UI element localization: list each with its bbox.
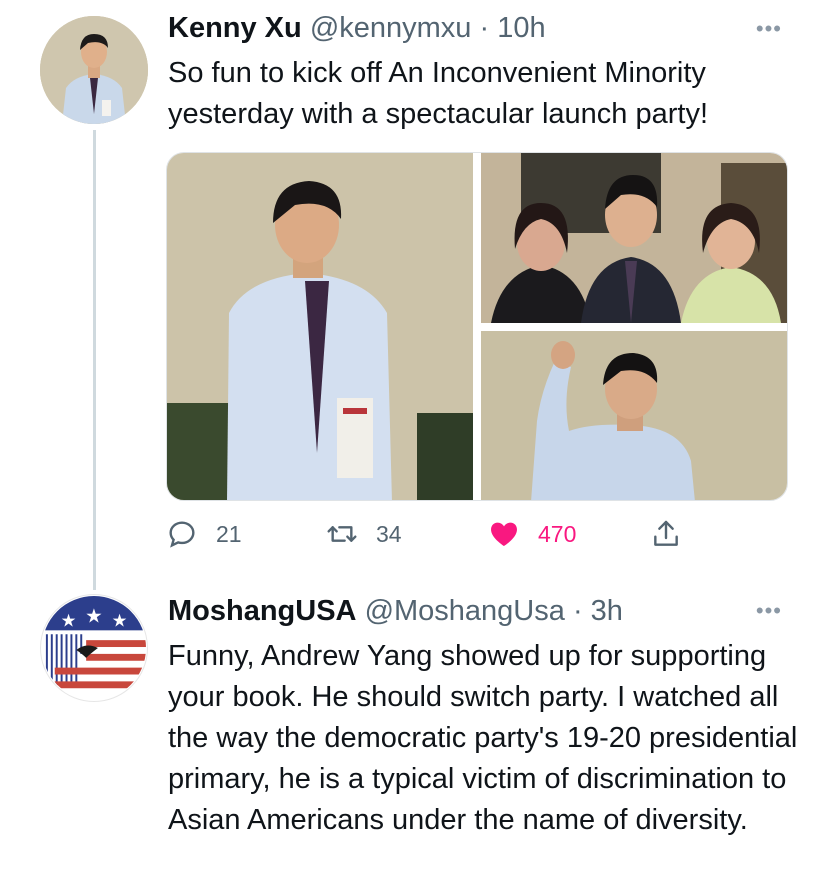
reply-count: 21 xyxy=(216,520,242,547)
timestamp[interactable]: · 3h xyxy=(573,595,623,627)
retweet-count: 34 xyxy=(376,520,402,547)
photo-man-holding-book[interactable] xyxy=(167,153,473,500)
share-icon xyxy=(654,520,678,546)
svg-text:★: ★ xyxy=(61,611,77,631)
reply-icon xyxy=(169,521,195,548)
display-name[interactable]: Kenny Xu xyxy=(168,12,302,44)
svg-text:★: ★ xyxy=(85,604,103,627)
display-name[interactable]: MoshangUSA xyxy=(168,595,357,627)
handle[interactable]: @kennymxu xyxy=(310,12,472,44)
tweet-media-grid xyxy=(166,152,788,501)
handle[interactable]: @MoshangUsa xyxy=(365,595,565,627)
timestamp[interactable]: · 10h xyxy=(480,12,546,44)
reply-button[interactable]: 21 xyxy=(166,518,242,550)
svg-text:★: ★ xyxy=(112,611,128,631)
tweet-header: Kenny Xu @kennymxu · 10h xyxy=(168,12,546,45)
like-count: 470 xyxy=(538,520,577,547)
share-button[interactable] xyxy=(650,518,700,550)
retweet-icon xyxy=(327,526,357,542)
photo-man-raising-fist[interactable] xyxy=(481,331,787,500)
more-options-icon[interactable]: ••• xyxy=(756,16,782,42)
retweet-button[interactable]: 34 xyxy=(326,518,402,550)
kenny-xu-avatar[interactable] xyxy=(40,16,148,124)
more-options-icon[interactable]: ••• xyxy=(756,598,782,624)
heart-icon xyxy=(491,522,517,546)
tweet-header: MoshangUSA @MoshangUsa · 3h xyxy=(168,595,623,628)
photo-group-three-people[interactable] xyxy=(481,153,787,323)
tweet-actions: 21 34 470 xyxy=(166,518,706,558)
thread-connector-line xyxy=(93,130,96,590)
tweet-text: So fun to kick off An Inconvenient Minor… xyxy=(168,57,708,130)
tweet-text: Funny, Andrew Yang showed up for support… xyxy=(168,640,798,836)
moshangusa-avatar[interactable]: ★ ★ ★ xyxy=(40,594,148,702)
like-button[interactable]: 470 xyxy=(488,518,576,550)
